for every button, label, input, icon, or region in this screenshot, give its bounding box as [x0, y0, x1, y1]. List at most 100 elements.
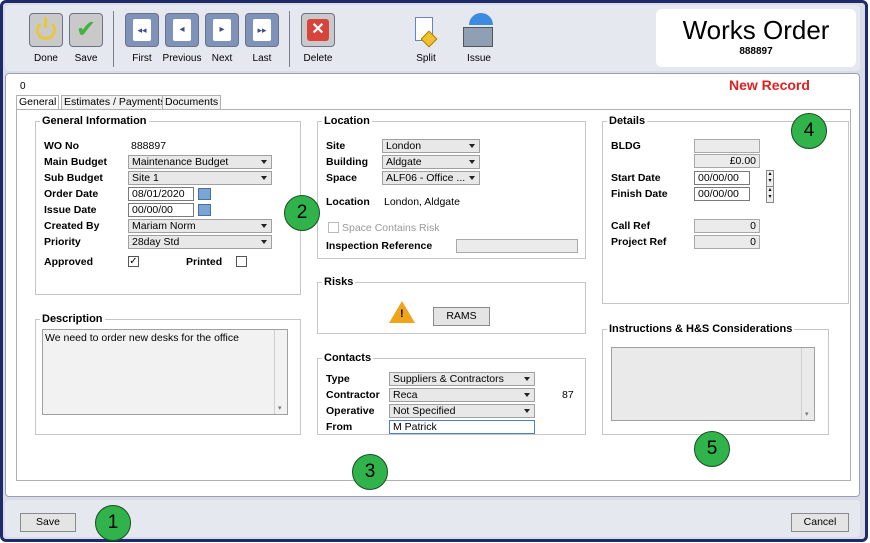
instructions-textarea[interactable]: [611, 347, 815, 421]
priority-label: Priority: [44, 236, 81, 248]
finish-date-label: Finish Date: [611, 188, 668, 200]
contractor-select[interactable]: Reca: [389, 388, 535, 402]
annotation-badge: 1: [95, 505, 131, 541]
chevron-down-icon: [261, 224, 267, 228]
type-select[interactable]: Suppliers & Contractors: [389, 372, 535, 386]
issue-label: Issue: [467, 53, 491, 64]
sub-budget-select[interactable]: Site 1: [128, 171, 272, 185]
contractor-number: 87: [562, 389, 574, 401]
wo-no-value: 888897: [131, 140, 167, 152]
record-index: 0: [20, 81, 26, 92]
space-select[interactable]: ALF06 - Office ...: [382, 171, 480, 185]
contractor-value: Reca: [393, 389, 418, 401]
done-button[interactable]: [29, 13, 63, 47]
chevron-down-icon: [261, 160, 267, 164]
project-ref-field[interactable]: 0: [694, 235, 760, 249]
start-date-spinner[interactable]: ▴ ▾: [766, 170, 774, 187]
last-button[interactable]: ▸▸: [245, 13, 279, 47]
chevron-down-icon: ▾: [278, 405, 282, 412]
building-select[interactable]: Aldgate: [382, 155, 480, 169]
last-label: Last: [252, 53, 272, 64]
site-select[interactable]: London: [382, 139, 480, 153]
created-by-select[interactable]: Mariam Norm: [128, 219, 272, 233]
first-button[interactable]: ◂◂: [125, 13, 159, 47]
save-button[interactable]: Save: [20, 513, 76, 532]
annotation-badge: 5: [694, 431, 730, 467]
start-date-field[interactable]: 00/00/00: [694, 171, 750, 185]
first-record-icon: ◂◂: [133, 19, 151, 41]
warning-exclamation: !: [400, 308, 404, 320]
from-field[interactable]: M Patrick: [389, 420, 535, 434]
instructions-scrollbar[interactable]: ▾: [801, 348, 814, 420]
finish-date-field[interactable]: 00/00/00: [694, 187, 750, 201]
main-budget-label: Main Budget: [44, 156, 107, 168]
split-button[interactable]: [409, 13, 443, 53]
inspection-reference-field[interactable]: [456, 239, 578, 253]
power-icon: [36, 17, 56, 40]
inspection-reference-label: Inspection Reference: [326, 240, 433, 252]
bldg-label: BLDG: [611, 140, 641, 152]
space-risk-checkbox[interactable]: [328, 222, 339, 233]
toolbar: Done ✔ Save ◂◂ First ◂ Previous ▸ Next ▸…: [5, 5, 860, 71]
delete-button[interactable]: ✕: [301, 13, 335, 47]
printed-label: Printed: [186, 256, 223, 268]
annotation-badge: 2: [284, 195, 320, 231]
created-by-value: Mariam Norm: [132, 220, 196, 232]
created-by-label: Created By: [44, 220, 100, 232]
chevron-down-icon: [524, 409, 530, 413]
group-title: General Information: [40, 115, 149, 127]
sub-budget-value: Site 1: [132, 172, 159, 184]
printed-checkbox[interactable]: [236, 256, 247, 267]
issue-date-field[interactable]: 00/00/00: [128, 203, 194, 217]
main-budget-select[interactable]: Maintenance Budget: [128, 155, 272, 169]
calendar-icon[interactable]: [198, 204, 211, 216]
operative-label: Operative: [326, 405, 375, 417]
delete-label: Delete: [303, 53, 333, 64]
approved-checkbox[interactable]: ✓: [128, 256, 139, 267]
rams-button[interactable]: RAMS: [433, 307, 490, 326]
group-title: Location: [322, 115, 372, 127]
chevron-down-icon: ▾: [805, 411, 809, 418]
description-scrollbar[interactable]: ▾: [274, 330, 287, 414]
issue-button[interactable]: [459, 9, 499, 51]
check-icon: ✔: [75, 16, 97, 43]
priority-select[interactable]: 28day Std: [128, 235, 272, 249]
previous-record-icon: ◂: [173, 19, 191, 41]
issue-arrow-icon: [469, 13, 493, 25]
tab-estimates-payments[interactable]: Estimates / Payments: [61, 95, 169, 110]
approved-label: Approved: [44, 256, 94, 268]
from-label: From: [326, 421, 353, 433]
finish-date-spinner[interactable]: ▴ ▾: [766, 186, 774, 203]
calendar-icon[interactable]: [198, 188, 211, 200]
operative-select[interactable]: Not Specified: [389, 404, 535, 418]
start-date-label: Start Date: [611, 172, 661, 184]
separator: [289, 11, 290, 67]
description-textarea[interactable]: We need to order new desks for the offic…: [42, 329, 288, 415]
bldg-field[interactable]: [694, 139, 760, 153]
chevron-down-icon: [524, 393, 530, 397]
building-value: Aldgate: [386, 156, 422, 168]
tab-documents[interactable]: Documents: [162, 95, 222, 110]
chevron-down-icon: [469, 144, 475, 148]
footer-bar: Save Cancel 1: [5, 500, 860, 541]
page-title: Works Order: [682, 15, 830, 45]
description-group: Description We need to order new desks f…: [35, 313, 301, 435]
next-button[interactable]: ▸: [205, 13, 239, 47]
priority-value: 28day Std: [132, 236, 180, 248]
space-risk-label: Space Contains Risk: [342, 222, 440, 234]
title-box: Works Order 888897: [656, 9, 856, 67]
contractor-label: Contractor: [326, 389, 380, 401]
building-label: Building: [326, 156, 368, 168]
risks-group: Risks ! RAMS: [317, 276, 586, 334]
order-date-field[interactable]: 08/01/2020: [128, 187, 194, 201]
previous-button[interactable]: ◂: [165, 13, 199, 47]
wo-no-label: WO No: [44, 140, 79, 152]
space-label: Space: [326, 172, 357, 184]
cancel-button[interactable]: Cancel: [791, 513, 849, 532]
tab-general[interactable]: General: [16, 95, 60, 110]
save-toolbar-button[interactable]: ✔: [69, 13, 103, 47]
general-information-group: General Information WO No 888897 Main Bu…: [35, 115, 301, 295]
call-ref-field[interactable]: 0: [694, 219, 760, 233]
site-value: London: [386, 140, 422, 152]
call-ref-label: Call Ref: [611, 220, 651, 232]
